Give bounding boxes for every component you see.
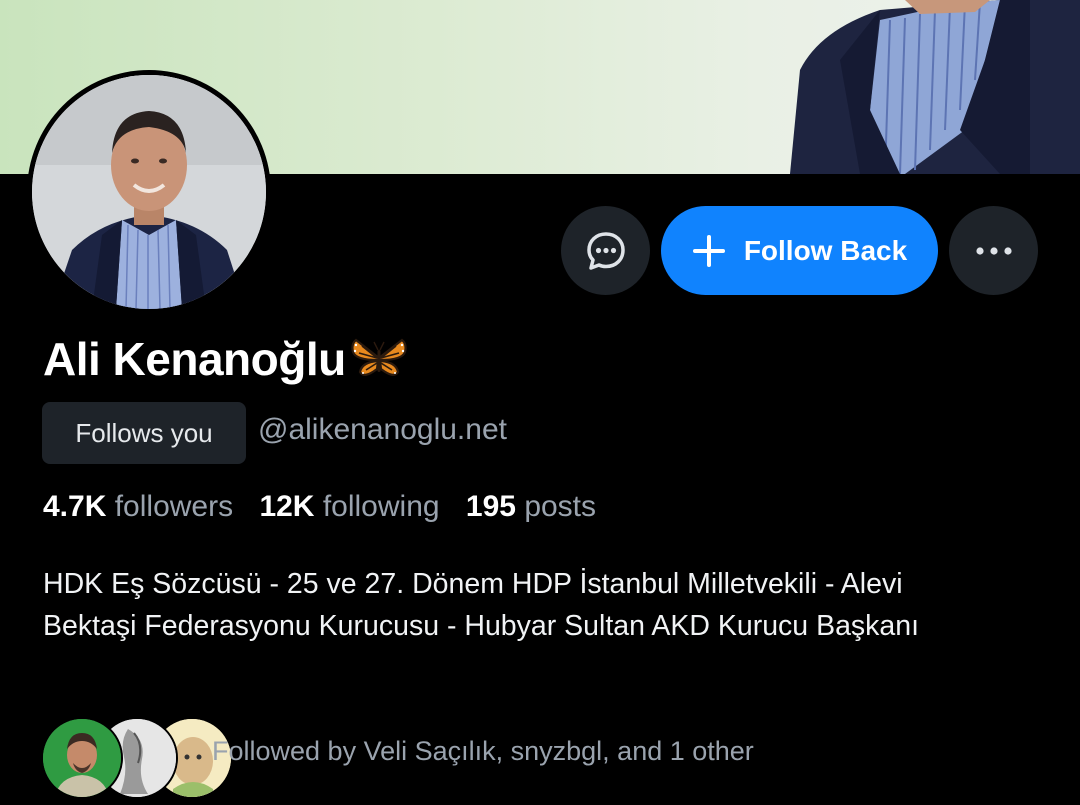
display-name-text: Ali Kenanoğlu [43,333,346,385]
profile-display-name: Ali Kenanoğlu [43,332,408,386]
followed-by-text[interactable]: Followed by Veli Saçılık, snyzbgl, and 1… [212,736,754,767]
follows-you-badge: Follows you [42,402,246,464]
profile-stats: 4.7K followers 12K following 195 posts [43,490,614,524]
profile-handle[interactable]: @alikenanoglu.net [258,413,507,447]
follow-back-button[interactable]: Follow Back [661,206,938,295]
butterfly-emoji-icon [351,338,407,376]
profile-bio: HDK Eş Sözcüsü - 25 ve 27. Dönem HDP İst… [43,568,920,642]
followers-stat[interactable]: 4.7K followers [43,490,233,523]
following-label: following [322,490,440,523]
profile-avatar[interactable] [27,70,271,314]
message-button[interactable] [561,206,650,295]
follows-you-label: Follows you [75,417,213,448]
follow-back-label: Follow Back [743,234,908,266]
ellipsis-icon [975,246,1012,255]
follower-avatar-1 [41,717,123,799]
following-stat[interactable]: 12K following [259,490,439,523]
followers-label: followers [114,490,234,523]
following-count: 12K [259,490,315,523]
posts-count: 195 [465,490,516,523]
followers-count: 4.7K [43,490,107,523]
followed-by-avatars[interactable] [41,717,233,799]
chat-bubble-icon [586,231,625,270]
posts-stat: 195 posts [466,490,596,523]
avatar-photo [32,75,266,309]
plus-icon [692,234,725,267]
posts-label: posts [524,490,597,523]
more-options-button[interactable] [949,206,1038,295]
